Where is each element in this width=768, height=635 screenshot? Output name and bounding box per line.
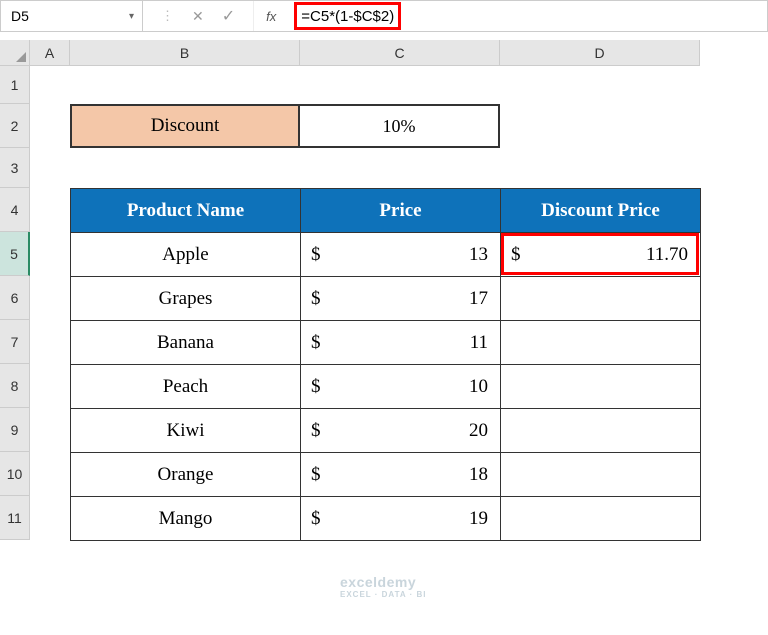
product-cell[interactable]: Grapes (71, 277, 301, 321)
price-cell[interactable]: $20 (301, 409, 501, 453)
formula-input[interactable]: =C5*(1-$C$2) (288, 1, 767, 31)
row-header-11[interactable]: 11 (0, 496, 30, 540)
row-header-8[interactable]: 8 (0, 364, 30, 408)
watermark: exceldemy EXCEL · DATA · BI (340, 574, 426, 599)
price-value: 20 (313, 420, 488, 442)
price-value: 17 (313, 288, 488, 310)
discount-price-cell[interactable] (501, 365, 701, 409)
spreadsheet-grid: A B C D 1 2 3 4 5 6 7 8 9 10 11 Discount… (0, 40, 768, 540)
header-price[interactable]: Price (301, 189, 501, 233)
row-header-5[interactable]: 5 (0, 232, 30, 276)
currency-symbol: $ (511, 244, 521, 266)
product-cell[interactable]: Kiwi (71, 409, 301, 453)
discount-price-value: 11.70 (513, 244, 688, 266)
discount-price-cell[interactable] (501, 497, 701, 541)
table-row: Kiwi$20 (71, 409, 701, 453)
discount-label-cell[interactable]: Discount (70, 104, 300, 148)
discount-price-cell[interactable] (501, 277, 701, 321)
currency-symbol: $ (311, 332, 321, 354)
col-header-a[interactable]: A (30, 40, 70, 66)
row-header-2[interactable]: 2 (0, 104, 30, 148)
product-cell[interactable]: Orange (71, 453, 301, 497)
discount-price-cell[interactable]: $11.70 (501, 233, 701, 277)
fx-icon[interactable]: fx (254, 9, 288, 24)
price-value: 10 (313, 376, 488, 398)
row-header-1[interactable]: 1 (0, 66, 30, 104)
row-header-7[interactable]: 7 (0, 320, 30, 364)
discount-box: Discount 10% (70, 104, 500, 148)
dots-icon: ⋮ (161, 8, 174, 24)
col-header-b[interactable]: B (70, 40, 300, 66)
currency-symbol: $ (311, 244, 321, 266)
currency-symbol: $ (311, 420, 321, 442)
price-cell[interactable]: $17 (301, 277, 501, 321)
formula-text: =C5*(1-$C$2) (294, 2, 401, 30)
price-value: 11 (313, 332, 488, 354)
price-cell[interactable]: $19 (301, 497, 501, 541)
price-value: 13 (313, 244, 488, 266)
row-headers: 1 2 3 4 5 6 7 8 9 10 11 (0, 66, 30, 540)
product-cell[interactable]: Banana (71, 321, 301, 365)
product-cell[interactable]: Apple (71, 233, 301, 277)
table-row: Peach$10 (71, 365, 701, 409)
table-row: Grapes$17 (71, 277, 701, 321)
currency-symbol: $ (311, 464, 321, 486)
table-row: Orange$18 (71, 453, 701, 497)
table-row: Mango$19 (71, 497, 701, 541)
product-cell[interactable]: Peach (71, 365, 301, 409)
column-headers: A B C D (30, 40, 768, 66)
watermark-main: exceldemy (340, 574, 416, 590)
price-cell[interactable]: $13 (301, 233, 501, 277)
select-all-corner[interactable] (0, 40, 30, 66)
row-header-4[interactable]: 4 (0, 188, 30, 232)
product-cell[interactable]: Mango (71, 497, 301, 541)
formula-bar-icons: ⋮ ✕ ✓ (143, 1, 254, 31)
price-cell[interactable]: $10 (301, 365, 501, 409)
discount-price-cell[interactable] (501, 409, 701, 453)
col-header-d[interactable]: D (500, 40, 700, 66)
currency-symbol: $ (311, 288, 321, 310)
table-row: Apple$13$11.70 (71, 233, 701, 277)
currency-symbol: $ (311, 376, 321, 398)
currency-symbol: $ (311, 508, 321, 530)
price-cell[interactable]: $18 (301, 453, 501, 497)
price-value: 18 (313, 464, 488, 486)
discount-price-cell[interactable] (501, 321, 701, 365)
col-header-c[interactable]: C (300, 40, 500, 66)
price-value: 19 (313, 508, 488, 530)
enter-icon[interactable]: ✓ (222, 6, 235, 26)
row-header-10[interactable]: 10 (0, 452, 30, 496)
header-discount-price[interactable]: Discount Price (501, 189, 701, 233)
row-header-6[interactable]: 6 (0, 276, 30, 320)
price-cell[interactable]: $11 (301, 321, 501, 365)
name-box[interactable]: D5 (1, 1, 143, 31)
cancel-icon[interactable]: ✕ (192, 8, 204, 25)
sheet-area[interactable]: Discount 10% Product Name Price Discount… (30, 66, 768, 540)
discount-value-cell[interactable]: 10% (300, 104, 500, 148)
table-row: Banana$11 (71, 321, 701, 365)
formula-bar: D5 ⋮ ✕ ✓ fx =C5*(1-$C$2) (0, 0, 768, 32)
watermark-sub: EXCEL · DATA · BI (340, 590, 426, 599)
row-header-9[interactable]: 9 (0, 408, 30, 452)
products-table: Product Name Price Discount Price Apple$… (70, 188, 701, 541)
discount-price-cell[interactable] (501, 453, 701, 497)
row-header-3[interactable]: 3 (0, 148, 30, 188)
header-product[interactable]: Product Name (71, 189, 301, 233)
